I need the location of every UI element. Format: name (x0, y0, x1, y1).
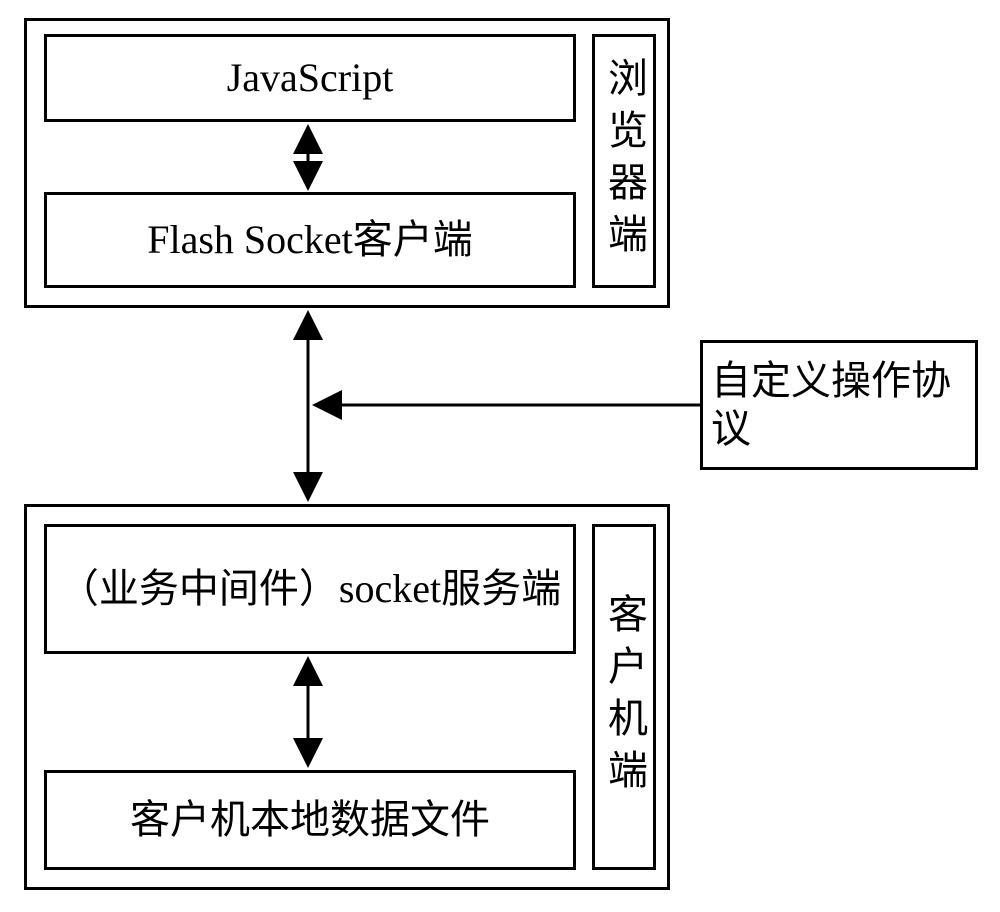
client-label: 客户机端 (604, 593, 644, 801)
localfile-label: 客户机本地数据文件 (130, 796, 490, 844)
client-label-box: 客户机端 (592, 524, 656, 870)
middleware-box: （业务中间件）socket服务端 (44, 524, 576, 654)
javascript-box: JavaScript (44, 34, 576, 122)
localfile-box: 客户机本地数据文件 (44, 770, 576, 870)
protocol-box: 自定义操作协议 (700, 340, 978, 470)
browser-label: 浏览器端 (604, 57, 644, 265)
middleware-label: （业务中间件）socket服务端 (59, 565, 561, 613)
protocol-label: 自定义操作协议 (711, 357, 967, 453)
browser-label-box: 浏览器端 (592, 34, 656, 288)
javascript-label: JavaScript (227, 54, 394, 102)
flash-socket-label: Flash Socket客户端 (147, 216, 473, 264)
flash-socket-box: Flash Socket客户端 (44, 192, 576, 288)
